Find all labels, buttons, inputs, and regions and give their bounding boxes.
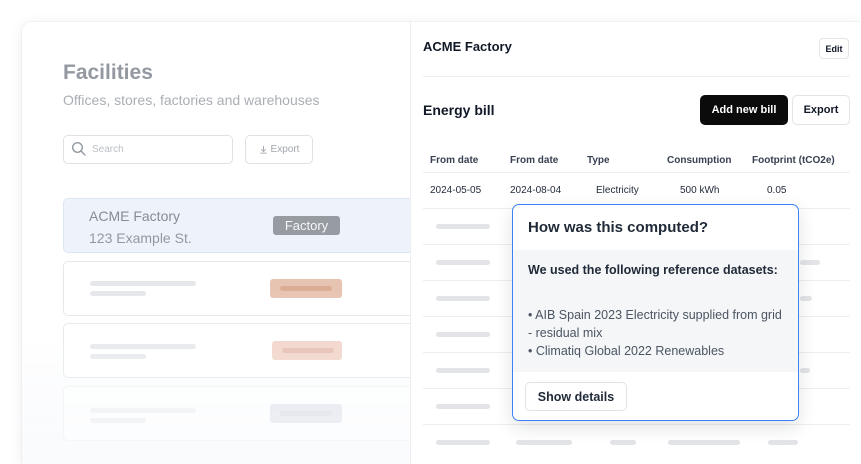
search-icon bbox=[71, 141, 86, 156]
detail-title: ACME Factory bbox=[423, 39, 512, 54]
cell-footprint: 0.05 bbox=[767, 185, 787, 196]
facility-card-selected[interactable]: ACME Factory 123 Example St. Factory bbox=[63, 198, 423, 253]
cell-from-date: 2024-05-05 bbox=[430, 185, 482, 196]
skeleton-cell bbox=[610, 440, 636, 445]
column-header-type[interactable]: Type bbox=[587, 155, 610, 166]
skeleton-cell bbox=[436, 404, 490, 409]
skeleton-line bbox=[90, 418, 146, 423]
skeleton-cell bbox=[800, 296, 812, 301]
skeleton-cell bbox=[768, 440, 798, 445]
facility-card-placeholder[interactable] bbox=[63, 323, 423, 378]
skeleton-line bbox=[90, 354, 146, 359]
page-subtitle: Offices, stores, factories and warehouse… bbox=[63, 92, 320, 108]
skeleton-line bbox=[90, 281, 196, 286]
popover-title: How was this computed? bbox=[528, 219, 709, 236]
column-header-consumption[interactable]: Consumption bbox=[667, 155, 731, 166]
skeleton-badge bbox=[272, 341, 342, 360]
skeleton-line bbox=[90, 291, 146, 296]
skeleton-cell bbox=[516, 440, 572, 445]
export-button[interactable]: Export bbox=[245, 135, 313, 164]
export-bills-button[interactable]: Export bbox=[792, 95, 850, 125]
search-input[interactable]: Search bbox=[63, 135, 233, 164]
popover-body: We used the following reference datasets… bbox=[513, 250, 798, 372]
skeleton-badge bbox=[270, 404, 342, 423]
cell-to-date: 2024-08-04 bbox=[510, 185, 562, 196]
dataset-item: • AIB Spain 2023 Electricity supplied fr… bbox=[528, 308, 782, 340]
export-button-label: Export bbox=[270, 144, 300, 155]
facilities-panel: Facilities Offices, stores, factories an… bbox=[22, 22, 423, 464]
table-divider bbox=[423, 424, 850, 425]
facility-type-badge: Factory bbox=[273, 216, 340, 235]
cell-consumption: 500 kWh bbox=[680, 185, 720, 196]
dataset-list: • AIB Spain 2023 Electricity supplied fr… bbox=[528, 306, 788, 360]
add-new-bill-button[interactable]: Add new bill bbox=[700, 95, 788, 125]
section-title: Energy bill bbox=[423, 102, 495, 118]
edit-button[interactable]: Edit bbox=[819, 38, 849, 59]
cell-type: Electricity bbox=[596, 185, 639, 196]
search-placeholder: Search bbox=[92, 144, 124, 155]
column-header-footprint[interactable]: Footprint (tCO2e) bbox=[752, 155, 835, 166]
facility-name: ACME Factory bbox=[89, 208, 181, 224]
skeleton-cell bbox=[436, 224, 490, 229]
dataset-item: • Climatiq Global 2022 Renewables bbox=[528, 344, 725, 358]
skeleton-cell bbox=[800, 368, 810, 373]
page-title: Facilities bbox=[63, 61, 153, 84]
divider bbox=[423, 76, 850, 77]
skeleton-cell bbox=[800, 260, 820, 265]
popover-heading: We used the following reference datasets… bbox=[528, 263, 778, 277]
facility-card-placeholder[interactable] bbox=[63, 386, 423, 441]
skeleton-cell bbox=[436, 368, 490, 373]
skeleton-cell bbox=[668, 440, 740, 445]
computation-popover: How was this computed? We used the follo… bbox=[512, 204, 799, 421]
skeleton-cell bbox=[436, 296, 490, 301]
column-header-from-date-2[interactable]: From date bbox=[510, 155, 558, 166]
download-icon bbox=[259, 145, 267, 154]
skeleton-cell bbox=[436, 440, 490, 445]
skeleton-cell bbox=[436, 332, 490, 337]
table-divider bbox=[423, 172, 850, 173]
skeleton-badge bbox=[270, 279, 342, 298]
skeleton-cell bbox=[436, 260, 490, 265]
skeleton-line bbox=[90, 408, 196, 413]
facility-card-placeholder[interactable] bbox=[63, 261, 423, 316]
skeleton-line bbox=[90, 344, 196, 349]
facility-address: 123 Example St. bbox=[89, 230, 192, 246]
column-header-from-date[interactable]: From date bbox=[430, 155, 478, 166]
show-details-button[interactable]: Show details bbox=[525, 382, 627, 411]
